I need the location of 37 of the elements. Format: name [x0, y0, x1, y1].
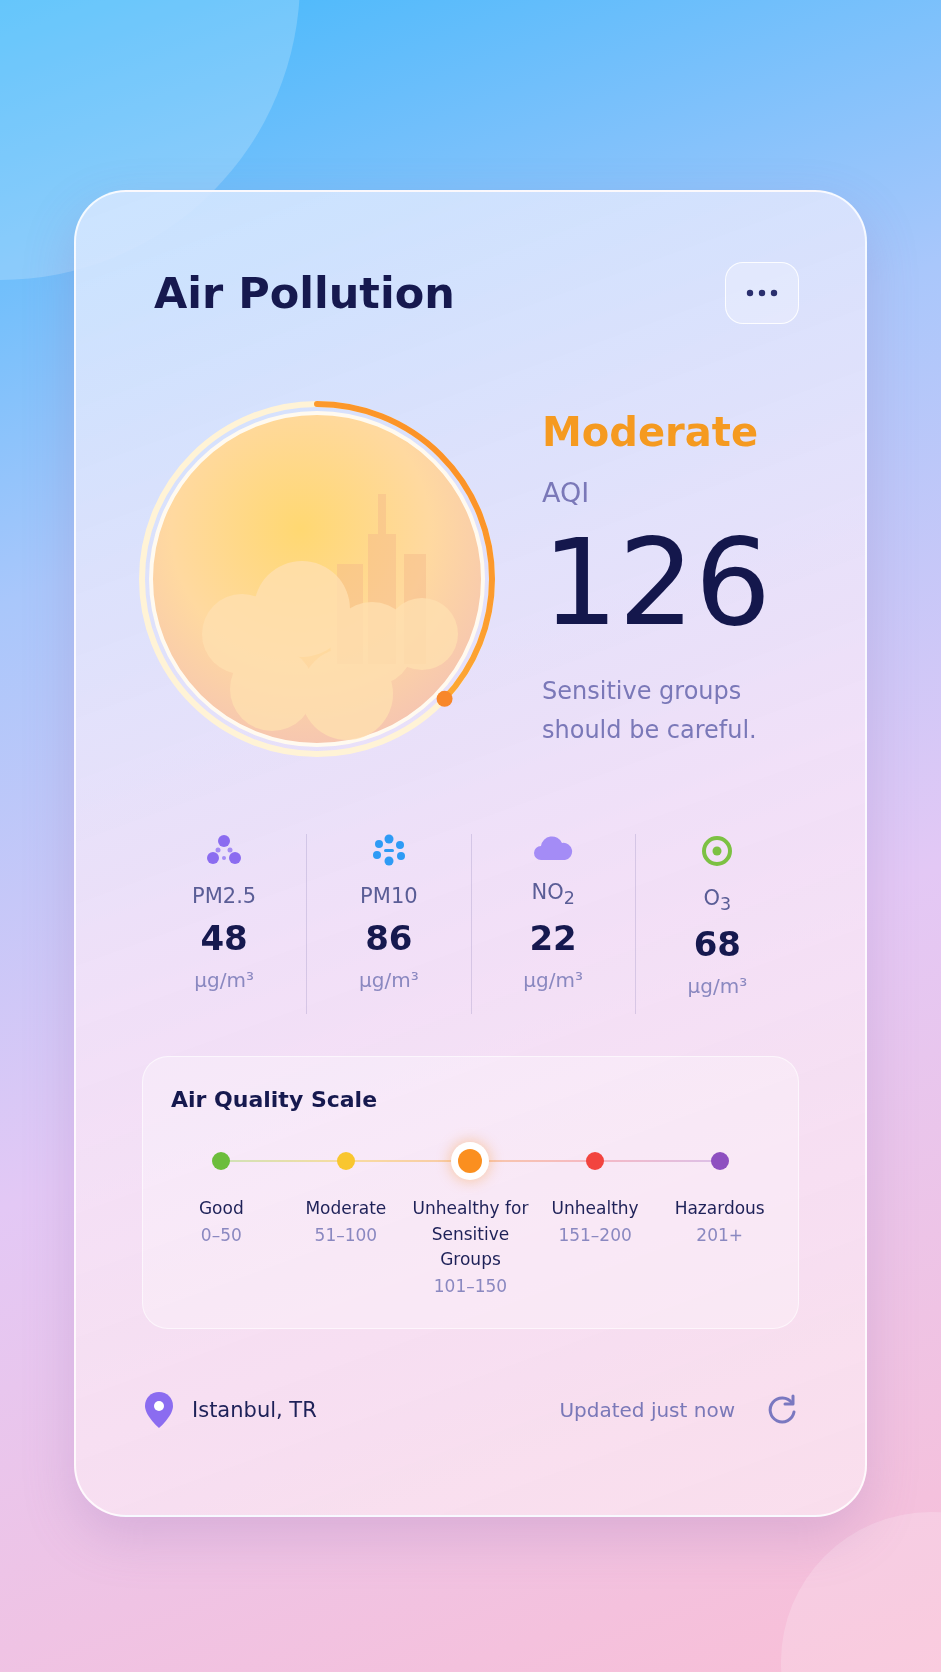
advice-text: Sensitive groups should be careful. — [542, 676, 758, 746]
pollutant-unit: µg/m³ — [687, 974, 748, 999]
level-range: 201+ — [696, 1223, 744, 1247]
target-icon — [700, 834, 735, 868]
level-name: Moderate — [304, 1197, 388, 1220]
pollutant-name: PM2.5 — [192, 884, 257, 908]
level-range: 0–50 — [200, 1223, 242, 1247]
more-button[interactable] — [725, 262, 799, 324]
location-pin-icon — [144, 1390, 174, 1429]
aqi-label: AQI — [542, 477, 591, 509]
pollutant-name: O$_{3}$ — [703, 886, 732, 915]
pollutant-value: 22 — [529, 918, 577, 959]
aqi-category: Moderate — [542, 409, 759, 456]
pollutant-name: PM10 — [360, 884, 418, 908]
particles-icon — [206, 834, 243, 866]
level-range: 151–200 — [558, 1223, 632, 1247]
aqi-value: 126 — [542, 514, 772, 653]
pollutant-name: NO$_{2}$ — [531, 880, 575, 909]
pollutant-value: 68 — [693, 924, 742, 965]
level-name: Unhealthy — [550, 1197, 640, 1220]
app-title: Air Pollution — [154, 268, 455, 318]
level-name: Good — [197, 1197, 245, 1220]
location-text: Istanbul, TR — [192, 1397, 318, 1422]
pollutant-unit: µg/m³ — [523, 968, 583, 993]
level-name: Unhealthy for Sensitive Groups — [411, 1197, 530, 1271]
pollutant-value: 86 — [365, 918, 413, 958]
updated-text: Updated just now — [559, 1397, 735, 1422]
level-range: 51–100 — [314, 1223, 378, 1247]
more-icon — [745, 289, 779, 297]
pollutant-unit: µg/m³ — [194, 968, 254, 992]
pollutant-value: 48 — [200, 918, 248, 958]
level-name: Hazardous — [673, 1197, 766, 1220]
cloud-icon — [533, 834, 574, 862]
particles-icon — [370, 834, 407, 866]
pollutant-unit: µg/m³ — [359, 968, 419, 992]
level-range: 101–150 — [433, 1274, 508, 1298]
scale-title: Air Quality Scale — [171, 1087, 379, 1112]
